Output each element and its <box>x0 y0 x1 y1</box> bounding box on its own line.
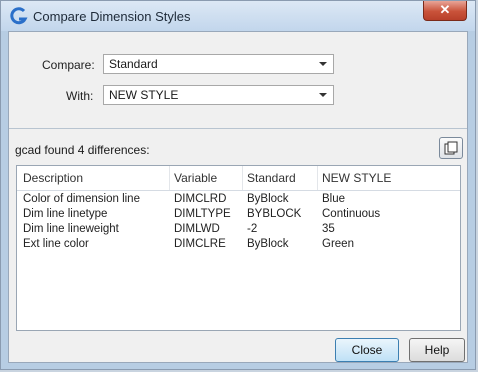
cell-variable: DIMLWD <box>174 223 220 235</box>
chevron-down-icon <box>319 93 327 97</box>
gcad-logo-icon <box>10 7 28 25</box>
cell-variable: DIMCLRD <box>174 193 227 205</box>
compare-select[interactable]: Standard <box>103 54 334 74</box>
table-row[interactable]: Color of dimension line DIMCLRD ByBlock … <box>17 192 460 208</box>
cell-standard: -2 <box>247 223 258 235</box>
copy-to-clipboard-button[interactable] <box>439 137 463 159</box>
close-button[interactable]: Close <box>335 338 399 362</box>
close-window-button[interactable]: ✕ <box>423 1 467 21</box>
cell-new-style: Continuous <box>322 208 381 220</box>
column-divider[interactable] <box>242 166 243 190</box>
copy-to-clipboard-icon <box>444 141 458 155</box>
cell-variable: DIMLTYPE <box>174 208 231 220</box>
with-label: With: <box>66 89 94 103</box>
window-title: Compare Dimension Styles <box>33 9 191 24</box>
table-row[interactable]: Dim line lineweight DIMLWD -2 35 <box>17 222 460 238</box>
column-header-standard[interactable]: Standard <box>247 171 296 185</box>
column-header-variable[interactable]: Variable <box>174 171 217 185</box>
column-header-new-style[interactable]: NEW STYLE <box>322 171 391 185</box>
cell-new-style: Green <box>322 238 354 250</box>
dialog-window: Compare Dimension Styles ✕ Compare: Stan… <box>0 0 476 370</box>
with-select[interactable]: NEW STYLE <box>103 85 334 105</box>
column-divider[interactable] <box>169 166 170 190</box>
differences-list[interactable]: Description Variable Standard NEW STYLE … <box>16 165 461 331</box>
title-bar[interactable]: Compare Dimension Styles ✕ <box>1 1 475 31</box>
section-divider <box>9 128 467 129</box>
chevron-down-icon <box>319 62 327 66</box>
cell-description: Dim line linetype <box>23 208 108 220</box>
table-row[interactable]: Dim line linetype DIMLTYPE BYBLOCK Conti… <box>17 207 460 223</box>
dialog-client-area: Compare: Standard With: NEW STYLE gcad f… <box>8 31 468 363</box>
differences-summary: gcad found 4 differences: <box>15 143 150 157</box>
cell-variable: DIMCLRE <box>174 238 226 250</box>
list-header: Description Variable Standard NEW STYLE <box>17 166 460 191</box>
column-header-description[interactable]: Description <box>23 171 83 185</box>
compare-label: Compare: <box>42 58 95 72</box>
cell-description: Color of dimension line <box>23 193 140 205</box>
help-button[interactable]: Help <box>409 338 465 362</box>
cell-standard: BYBLOCK <box>247 208 302 220</box>
style-selection-panel: Compare: Standard With: NEW STYLE <box>9 32 467 126</box>
compare-select-value: Standard <box>109 57 158 71</box>
cell-description: Dim line lineweight <box>23 223 119 235</box>
cell-new-style: Blue <box>322 193 346 205</box>
cell-standard: ByBlock <box>247 193 289 205</box>
table-row[interactable]: Ext line color DIMCLRE ByBlock Green <box>17 237 460 253</box>
cell-standard: ByBlock <box>247 238 289 250</box>
cell-new-style: 35 <box>322 223 335 235</box>
column-divider[interactable] <box>317 166 318 190</box>
with-select-value: NEW STYLE <box>109 88 179 102</box>
cell-description: Ext line color <box>23 238 89 250</box>
